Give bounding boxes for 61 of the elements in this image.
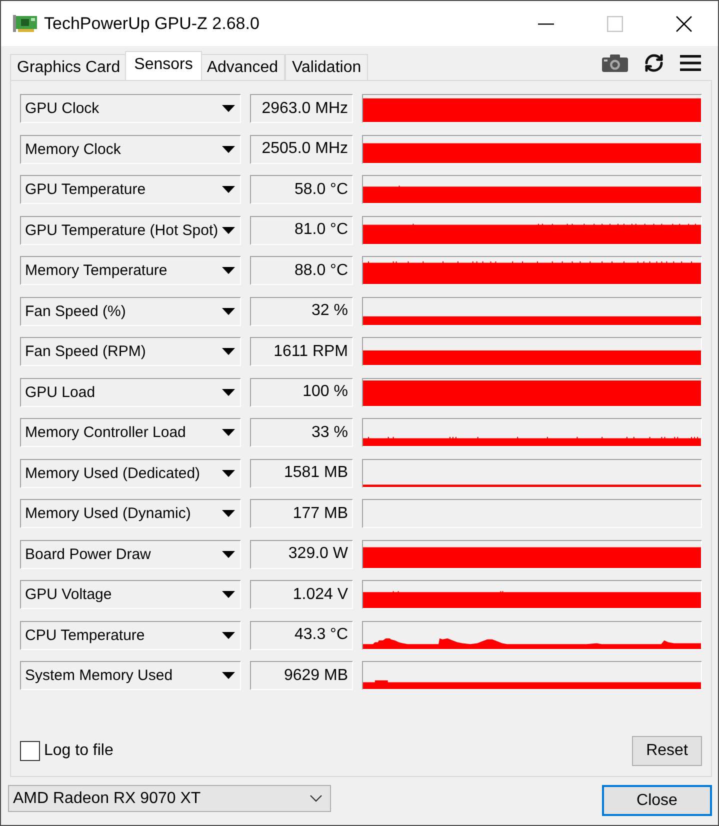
sensor-value: 43.3 °C bbox=[250, 620, 353, 650]
caret-icon bbox=[222, 105, 235, 112]
chevron-icon bbox=[310, 795, 322, 802]
sensor-dropdown[interactable]: Fan Speed (%) bbox=[20, 296, 241, 326]
caret-icon bbox=[222, 267, 235, 274]
gpu-select[interactable]: AMD Radeon RX 9070 XT bbox=[8, 785, 331, 812]
sensor-value: 1611 RPM bbox=[250, 337, 353, 366]
sensor-dropdown[interactable]: GPU Temperature bbox=[20, 175, 241, 204]
refresh-icon[interactable] bbox=[644, 53, 664, 73]
sensor-value: 88.0 °C bbox=[250, 256, 353, 285]
sensor-dropdown[interactable]: GPU Voltage bbox=[20, 580, 241, 609]
sensor-value: 2505.0 MHz bbox=[250, 134, 353, 164]
close-icon[interactable] bbox=[676, 16, 692, 32]
sensor-value: 100 % bbox=[250, 378, 353, 406]
checkbox-label: Log to file bbox=[44, 742, 114, 760]
sensor-dropdown[interactable]: Memory Used (Dynamic) bbox=[20, 499, 241, 528]
sensor-dropdown[interactable]: GPU Clock bbox=[20, 94, 241, 123]
sensor-value: 177 MB bbox=[250, 499, 353, 528]
sensor-value: 58.0 °C bbox=[250, 175, 353, 204]
caret-icon bbox=[222, 470, 235, 476]
sensor-dropdown[interactable]: System Memory Used bbox=[20, 661, 241, 690]
caret-icon bbox=[222, 146, 235, 152]
tab[interactable]: Advanced bbox=[200, 54, 286, 80]
tab[interactable]: Validation bbox=[285, 54, 368, 80]
camera-icon[interactable] bbox=[602, 54, 628, 72]
sensor-dropdown[interactable]: Fan Speed (RPM) bbox=[20, 337, 241, 366]
sensor-dropdown[interactable]: GPU Load bbox=[20, 378, 241, 406]
sensor-value: 1.024 V bbox=[250, 580, 353, 609]
menu-icon[interactable] bbox=[680, 55, 701, 71]
caret-icon bbox=[222, 388, 235, 396]
caret-icon bbox=[222, 348, 235, 355]
caret-icon bbox=[222, 672, 235, 679]
caret-icon bbox=[222, 308, 235, 314]
sensor-dropdown[interactable]: Memory Clock bbox=[20, 134, 241, 164]
window-title: TechPowerUp GPU-Z 2.68.0 bbox=[44, 14, 260, 34]
sensor-value: 33 % bbox=[250, 418, 353, 447]
sensor-dropdown[interactable]: GPU Temperature (Hot Spot) bbox=[20, 216, 241, 244]
sensor-value: 1581 MB bbox=[250, 458, 353, 488]
caret-icon bbox=[222, 429, 235, 436]
caret-icon bbox=[222, 226, 235, 234]
sensor-value: 32 % bbox=[250, 296, 353, 326]
sensor-dropdown[interactable]: Memory Controller Load bbox=[20, 418, 241, 447]
sensor-dropdown[interactable]: CPU Temperature bbox=[20, 620, 241, 650]
sensor-value: 81.0 °C bbox=[250, 216, 353, 244]
sensor-value: 329.0 W bbox=[250, 540, 353, 568]
caret-icon bbox=[222, 550, 235, 558]
tab[interactable]: Sensors bbox=[125, 51, 202, 80]
caret-icon bbox=[222, 510, 235, 517]
sensor-value: 9629 MB bbox=[250, 661, 353, 690]
caret-icon bbox=[222, 186, 235, 193]
caret-icon bbox=[222, 632, 235, 638]
tab[interactable]: Graphics Card bbox=[10, 54, 128, 80]
caret-icon bbox=[222, 591, 235, 598]
log-checkbox[interactable] bbox=[20, 741, 40, 761]
close-button[interactable]: Close bbox=[602, 785, 712, 816]
sensor-dropdown[interactable]: Memory Used (Dedicated) bbox=[20, 458, 241, 488]
app-icon bbox=[13, 14, 37, 33]
sensor-dropdown[interactable]: Memory Temperature bbox=[20, 256, 241, 285]
reset-button[interactable]: Reset bbox=[632, 736, 702, 766]
sensor-value: 2963.0 MHz bbox=[250, 94, 353, 123]
sensor-dropdown[interactable]: Board Power Draw bbox=[20, 540, 241, 568]
